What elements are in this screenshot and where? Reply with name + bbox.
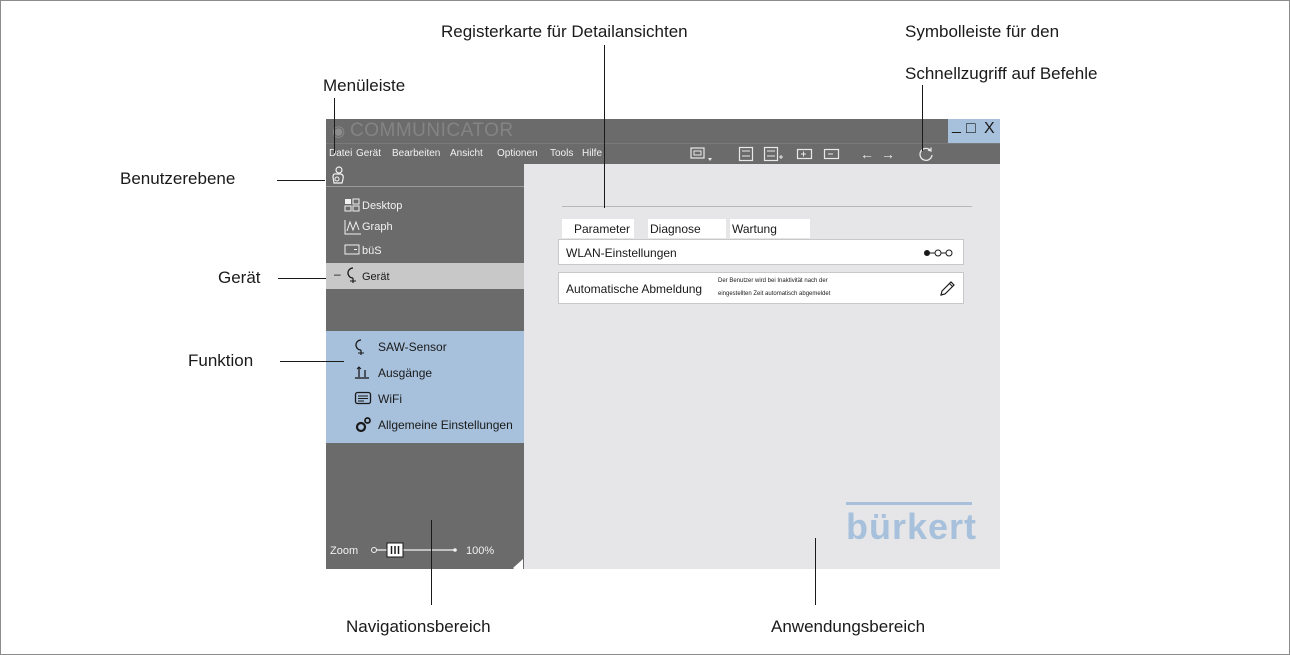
leader-line-funktion [280,361,344,362]
row-label: WLAN-Einstellungen [566,246,677,260]
link-icon[interactable] [923,246,959,264]
leader-line-menueleiste [334,98,335,153]
nav-item-label: Ausgänge [378,366,433,380]
nav-item-label: SAW-Sensor [378,340,447,354]
device-dash-icon: – [334,267,341,281]
nav-item-ausgaenge[interactable]: Ausgänge [326,359,524,385]
settings-gears-icon [354,416,372,437]
menu-bar: Datei Gerät Bearbeiten Ansicht Optionen … [326,143,1000,165]
menu-geraet[interactable]: Gerät [356,148,381,159]
menu-bearbeiten[interactable]: Bearbeiten [392,148,440,159]
device-icon [346,266,360,287]
wifi-icon [354,390,372,409]
annotation-registerkarte: Registerkarte für Detailansichten [441,22,688,41]
nav-item-label: Graph [362,221,393,233]
device-function-list: SAW-Sensor Ausgänge WiFi Allgemeine Eins… [326,331,524,577]
close-button[interactable]: X [984,120,995,138]
menu-optionen[interactable]: Optionen [497,148,538,159]
zoom-label: Zoom [330,545,359,557]
annotation-geraet: Gerät [218,268,261,287]
pencil-icon[interactable] [939,279,957,302]
leader-line-navigationsbereich [431,520,432,605]
title-bar: ◉ COMMUNICATOR _ □ X [326,117,1000,143]
application-area: Parameter Diagnose Wartung WLAN-Einstell… [524,164,1000,569]
nav-item-label: büS [362,245,382,257]
annotation-symbolleiste-line2: Schnellzugriff auf Befehle [905,64,1098,83]
communicator-window: ◉ COMMUNICATOR _ □ X Datei Gerät Bearbei… [326,117,1000,577]
leader-line-benutzerebene [277,180,325,181]
annotation-navigationsbereich: Navigationsbereich [346,617,491,636]
row-description-line1: Der Benutzer wird bei Inaktivität nach d… [718,278,828,284]
desktop-icon [344,198,360,215]
annotation-benutzerebene: Benutzerebene [120,169,236,188]
annotation-symbolleiste-line1: Symbolleiste für den [905,22,1060,41]
row-automatische-abmeldung[interactable]: Automatische Abmeldung Der Benutzer wird… [558,272,964,304]
nav-item-label: Allgemeine Einstellungen [378,418,513,432]
leader-line-geraet [278,278,326,279]
minimize-button[interactable]: _ [952,117,961,135]
nav-item-graph[interactable]: Graph [326,215,524,239]
annotation-funktion: Funktion [188,351,254,370]
row-wlan-einstellungen[interactable]: WLAN-Einstellungen [558,239,964,265]
annotation-anwendungsbereich: Anwendungsbereich [771,617,926,636]
annotation-menueleiste: Menüleiste [323,76,406,95]
device-remove-icon[interactable] [823,146,841,165]
user-level-icon[interactable] [330,165,346,190]
window-title: COMMUNICATOR [350,120,514,141]
nav-item-allgemeine-einstellungen[interactable]: Allgemeine Einstellungen [326,411,524,437]
brand-logo: bürkert [846,506,978,547]
tab-wartung[interactable]: Wartung [730,219,810,238]
zoom-control: Zoom 100% [330,542,494,558]
outputs-icon [354,364,370,383]
row-label: Automatische Abmeldung [566,282,703,296]
brand-bar [846,502,972,505]
device-add-icon[interactable] [796,146,814,165]
nav-item-device[interactable]: – Gerät [326,263,524,289]
nav-item-label: Gerät [362,271,390,283]
nav-item-bus[interactable]: büS [326,239,524,263]
leader-line-anwendungsbereich [815,538,816,605]
nav-item-wifi[interactable]: WiFi [326,385,524,411]
forward-icon[interactable]: → [881,146,895,162]
navigation-area: Desktop Graph büS – Gerät SAW-Sensor Aus… [326,164,524,577]
tab-parameter[interactable]: Parameter [562,219,634,238]
zoom-value: 100% [466,545,495,557]
menu-hilfe[interactable]: Hilfe [582,148,602,159]
tab-diagnose[interactable]: Diagnose [648,219,726,238]
user-level-bar [326,164,524,187]
menu-ansicht[interactable]: Ansicht [450,148,483,159]
menu-tools[interactable]: Tools [550,148,573,159]
device-menu-icon[interactable] [690,146,716,165]
zoom-slider[interactable] [370,542,460,558]
save-icon[interactable] [738,146,754,165]
sensor-icon [354,338,368,359]
nav-item-label: WiFi [378,392,402,406]
maximize-button[interactable]: □ [966,120,976,138]
content-separator [562,206,972,207]
collapse-arrow-icon[interactable] [513,559,523,577]
leader-line-symbolleiste [922,85,923,151]
window-controls: _ □ X [948,117,1000,143]
menu-datei[interactable]: Datei [329,148,352,159]
save-as-icon[interactable] [763,146,783,165]
refresh-icon[interactable] [918,146,934,165]
nav-item-saw-sensor[interactable]: SAW-Sensor [326,333,524,359]
leader-line-registerkarte [604,45,605,208]
graph-icon [344,219,362,238]
back-icon[interactable]: ← [860,146,874,162]
bus-icon [344,243,362,260]
nav-item-label: Desktop [362,200,403,212]
row-description-line2: eingestellten Zeit automatisch abgemelde… [718,291,831,297]
